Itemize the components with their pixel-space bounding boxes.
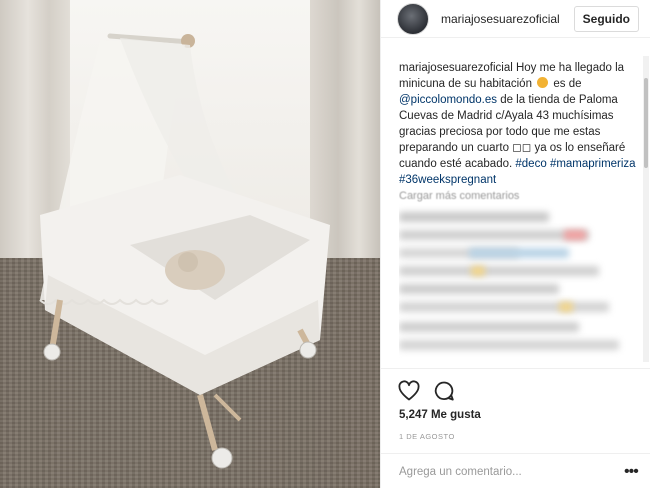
- more-options-icon[interactable]: •••: [624, 464, 639, 480]
- likes-count[interactable]: 5,247 Me gusta: [399, 409, 481, 421]
- smile-emoji-icon: [537, 77, 549, 88]
- blurred-comment: [399, 212, 549, 222]
- post-header: mariajosesuarezoficial Seguido: [381, 0, 650, 38]
- post-side-panel: mariajosesuarezoficial Seguido mariajose…: [380, 0, 650, 488]
- blurred-comment: [399, 266, 599, 276]
- comments-list: Cargar más comentarios: [399, 190, 635, 362]
- blurred-comment: [399, 230, 589, 240]
- mention-link[interactable]: @piccolomondo.es: [399, 94, 497, 106]
- load-more-comments-link[interactable]: Cargar más comentarios: [399, 190, 635, 204]
- blurred-comment: [399, 340, 619, 350]
- following-button[interactable]: Seguido: [573, 5, 639, 32]
- blurred-comment: [399, 284, 559, 294]
- comment-input[interactable]: [399, 464, 609, 480]
- hashtag-link[interactable]: #mamaprimeriza: [550, 158, 636, 170]
- post-caption: mariajosesuarezoficial Hoy me ha llegado…: [399, 60, 643, 188]
- speech-bubble-icon[interactable]: [432, 379, 456, 403]
- hashtag-link[interactable]: #36weekspregnant: [399, 174, 496, 186]
- post-photo[interactable]: [0, 0, 380, 488]
- post-actions: 5,247 Me gusta 1 DE AGOSTO •••: [381, 368, 650, 488]
- scrollbar-thumb[interactable]: [644, 78, 648, 168]
- avatar[interactable]: [397, 2, 429, 35]
- blurred-comment: [399, 322, 579, 332]
- caption-text: es de: [553, 78, 582, 90]
- caption-author[interactable]: mariajosesuarezoficial: [399, 62, 513, 74]
- bassinet-illustration: [39, 33, 330, 469]
- header-username[interactable]: mariajosesuarezoficial: [441, 12, 574, 26]
- comments-scrollbar[interactable]: [643, 56, 649, 362]
- blurred-comment: [399, 302, 609, 312]
- hashtag-link[interactable]: #deco: [515, 158, 546, 170]
- add-comment-section: •••: [381, 453, 650, 488]
- heart-outline-icon[interactable]: [397, 379, 421, 403]
- post-date: 1 DE AGOSTO: [399, 432, 455, 441]
